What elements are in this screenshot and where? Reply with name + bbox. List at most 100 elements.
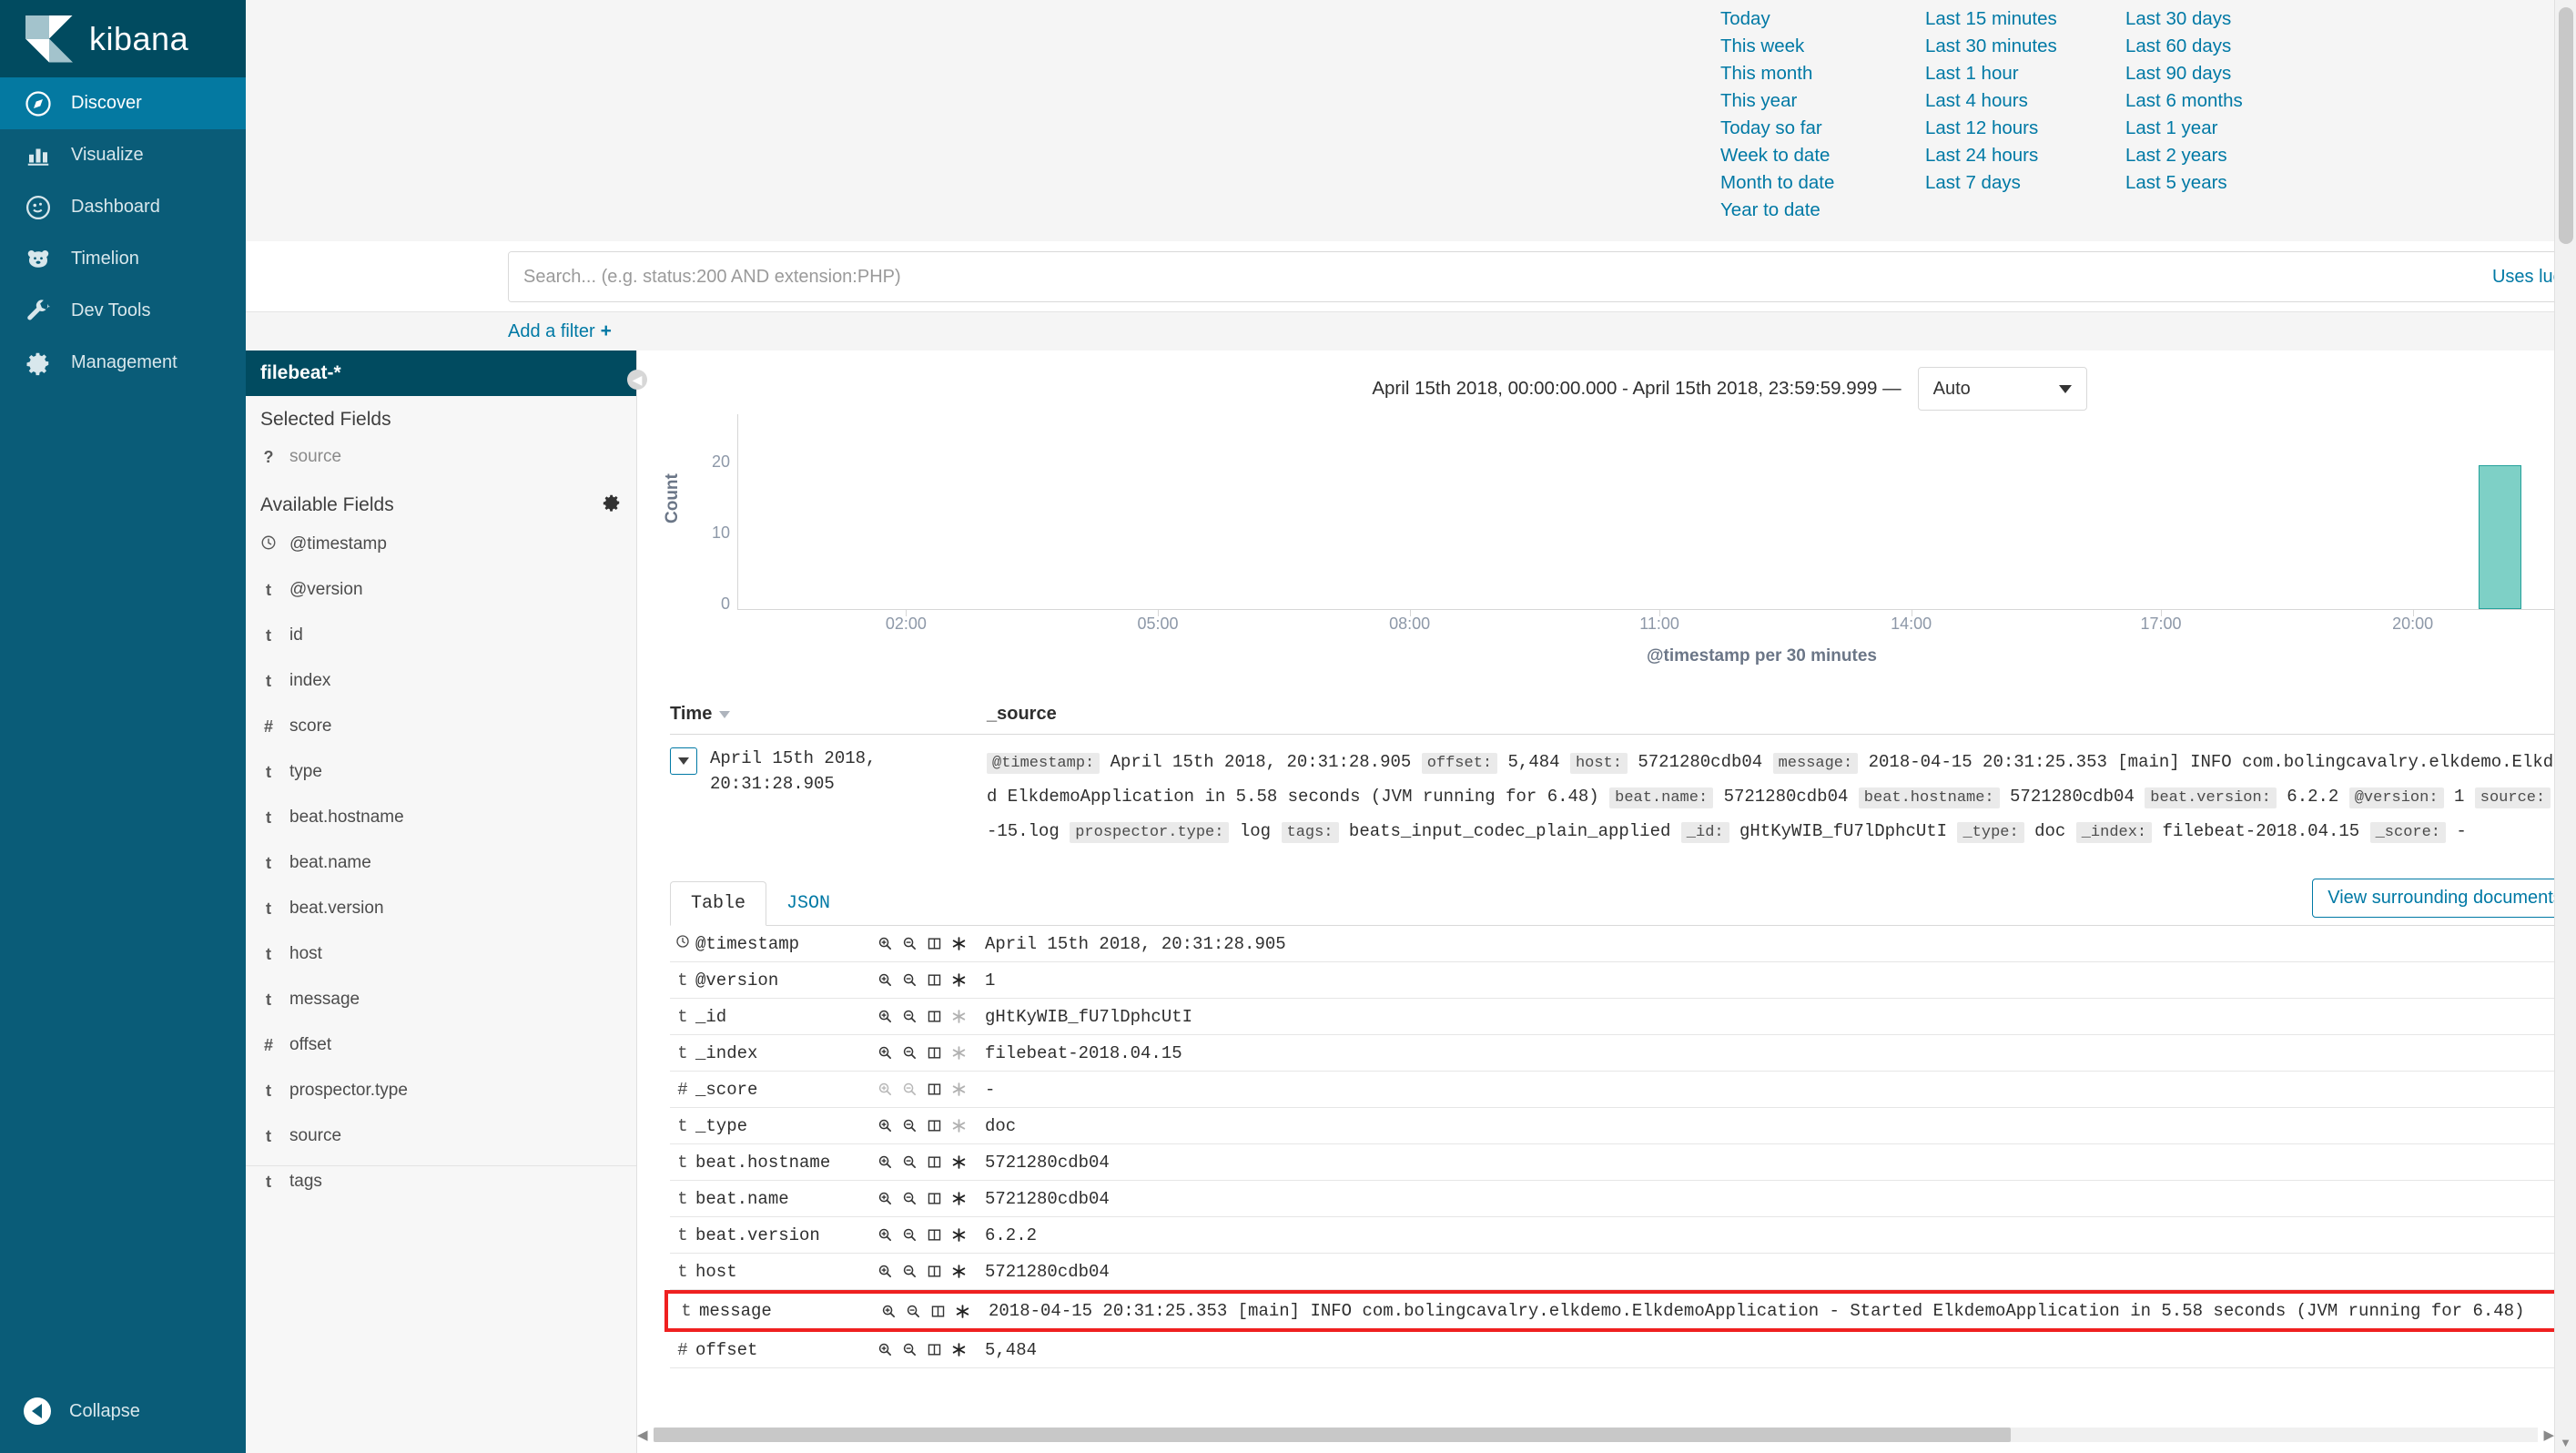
quick-range-last-24-hours[interactable]: Last 24 hours bbox=[1925, 142, 2125, 169]
field-item-host[interactable]: t host bbox=[246, 931, 636, 977]
filter-for-value-icon[interactable] bbox=[877, 1154, 893, 1170]
quick-range-last-2-years[interactable]: Last 2 years bbox=[2125, 142, 2326, 169]
vertical-scrollbar[interactable]: ▲ ▼ bbox=[2554, 0, 2576, 1453]
filter-for-value-icon[interactable] bbox=[877, 936, 893, 951]
filter-for-value-icon[interactable] bbox=[877, 1009, 893, 1024]
quick-range-last-1-year[interactable]: Last 1 year bbox=[2125, 115, 2326, 142]
filter-for-value-icon[interactable] bbox=[877, 972, 893, 988]
horizontal-scroll-thumb[interactable] bbox=[653, 1428, 2011, 1442]
chart-plot-area[interactable]: 02:00 05:00 08:00 11:00 14:00 17:00 20:0… bbox=[737, 414, 2576, 666]
filter-for-value-icon[interactable] bbox=[877, 1191, 893, 1206]
toggle-column-icon[interactable] bbox=[927, 1264, 942, 1279]
filter-for-field-present-icon[interactable] bbox=[951, 936, 967, 951]
sidebar-item-management[interactable]: Management bbox=[0, 337, 246, 389]
quick-range-last-60-days[interactable]: Last 60 days bbox=[2125, 33, 2326, 60]
quick-range-last-6-months[interactable]: Last 6 months bbox=[2125, 87, 2326, 115]
field-item-type[interactable]: t type bbox=[246, 749, 636, 795]
vertical-scroll-thumb[interactable] bbox=[2559, 7, 2573, 244]
chevron-down-icon[interactable]: ▼ bbox=[2560, 1436, 2571, 1449]
filter-out-value-icon[interactable] bbox=[902, 936, 918, 951]
filter-for-field-present-icon[interactable] bbox=[951, 1154, 967, 1170]
kibana-logo[interactable]: kibana bbox=[0, 0, 246, 77]
horizontal-scroll-track[interactable] bbox=[653, 1428, 2539, 1442]
chevron-left-icon[interactable]: ◀ bbox=[627, 370, 647, 390]
toggle-column-icon[interactable] bbox=[927, 1191, 942, 1206]
toggle-column-icon[interactable] bbox=[927, 1009, 942, 1024]
filter-out-value-icon[interactable] bbox=[902, 1154, 918, 1170]
column-header-time[interactable]: Time bbox=[670, 704, 987, 725]
quick-range-today[interactable]: Today bbox=[1720, 5, 1925, 33]
filter-out-value-icon[interactable] bbox=[902, 1227, 918, 1243]
filter-for-field-present-icon[interactable] bbox=[951, 1342, 967, 1357]
toggle-column-icon[interactable] bbox=[927, 1342, 942, 1357]
field-item-prospector-type[interactable]: t prospector.type bbox=[246, 1068, 636, 1113]
filter-out-value-icon[interactable] bbox=[902, 1045, 918, 1061]
histogram-bar[interactable] bbox=[2478, 464, 2521, 609]
gear-icon[interactable] bbox=[602, 493, 622, 518]
filter-for-value-icon[interactable] bbox=[877, 1342, 893, 1357]
filter-out-value-icon[interactable] bbox=[902, 1118, 918, 1133]
sidebar-item-visualize[interactable]: Visualize bbox=[0, 129, 246, 181]
filter-out-value-icon[interactable] bbox=[906, 1304, 921, 1319]
toggle-column-icon[interactable] bbox=[927, 1227, 942, 1243]
quick-range-last-30-days[interactable]: Last 30 days bbox=[2125, 5, 2326, 33]
field-item-beat-version[interactable]: t beat.version bbox=[246, 886, 636, 931]
quick-range-last-30-minutes[interactable]: Last 30 minutes bbox=[1925, 33, 2125, 60]
filter-out-value-icon[interactable] bbox=[902, 1264, 918, 1279]
quick-range-last-90-days[interactable]: Last 90 days bbox=[2125, 60, 2326, 87]
filter-for-field-present-icon[interactable] bbox=[951, 1191, 967, 1206]
field-item-message[interactable]: t message bbox=[246, 977, 636, 1022]
quick-range-last-5-years[interactable]: Last 5 years bbox=[2125, 169, 2326, 197]
field-item-beat-name[interactable]: t beat.name bbox=[246, 840, 636, 886]
selected-field-source[interactable]: ? source bbox=[246, 434, 636, 480]
field-item-id[interactable]: t id bbox=[246, 613, 636, 658]
field-item-offset[interactable]: # offset bbox=[246, 1022, 636, 1068]
quick-range-last-15-minutes[interactable]: Last 15 minutes bbox=[1925, 5, 2125, 33]
tab-json[interactable]: JSON bbox=[766, 882, 850, 925]
quick-range-month-to-date[interactable]: Month to date bbox=[1720, 169, 1925, 197]
field-item-timestamp[interactable]: @timestamp bbox=[246, 522, 636, 567]
view-surrounding-documents-button[interactable]: View surrounding documents bbox=[2312, 879, 2576, 918]
search-input[interactable] bbox=[509, 252, 2480, 301]
expand-row-button[interactable] bbox=[670, 747, 697, 775]
field-item-beat-hostname[interactable]: t beat.hostname bbox=[246, 795, 636, 840]
sidebar-item-dashboard[interactable]: Dashboard bbox=[0, 181, 246, 233]
add-filter-button[interactable]: Add a filter + bbox=[508, 320, 612, 342]
quick-range-this-year[interactable]: This year bbox=[1720, 87, 1925, 115]
chevron-left-icon[interactable]: ◀ bbox=[637, 1427, 648, 1443]
field-item-index[interactable]: t index bbox=[246, 658, 636, 704]
toggle-column-icon[interactable] bbox=[927, 972, 942, 988]
quick-range-last-12-hours[interactable]: Last 12 hours bbox=[1925, 115, 2125, 142]
quick-range-this-week[interactable]: This week bbox=[1720, 33, 1925, 60]
toggle-column-icon[interactable] bbox=[927, 1118, 942, 1133]
quick-range-week-to-date[interactable]: Week to date bbox=[1720, 142, 1925, 169]
toggle-column-icon[interactable] bbox=[927, 936, 942, 951]
quick-range-today-so-far[interactable]: Today so far bbox=[1720, 115, 1925, 142]
index-pattern-selector[interactable]: filebeat-* bbox=[246, 351, 636, 396]
toggle-column-icon[interactable] bbox=[930, 1304, 946, 1319]
filter-for-field-present-icon[interactable] bbox=[951, 1227, 967, 1243]
filter-out-value-icon[interactable] bbox=[902, 1342, 918, 1357]
quick-range-this-month[interactable]: This month bbox=[1720, 60, 1925, 87]
quick-range-last-7-days[interactable]: Last 7 days bbox=[1925, 169, 2125, 197]
filter-for-value-icon[interactable] bbox=[877, 1118, 893, 1133]
filter-for-value-icon[interactable] bbox=[877, 1264, 893, 1279]
quick-range-last-1-hour[interactable]: Last 1 hour bbox=[1925, 60, 2125, 87]
filter-for-value-icon[interactable] bbox=[881, 1304, 897, 1319]
filter-for-field-present-icon[interactable] bbox=[951, 1264, 967, 1279]
quick-range-year-to-date[interactable]: Year to date bbox=[1720, 197, 1925, 224]
tab-table[interactable]: Table bbox=[670, 881, 767, 926]
filter-for-value-icon[interactable] bbox=[877, 1045, 893, 1061]
sidebar-item-timelion[interactable]: Timelion bbox=[0, 233, 246, 285]
chevron-right-icon[interactable]: ▶ bbox=[2543, 1427, 2554, 1443]
field-item-source[interactable]: t source bbox=[246, 1113, 636, 1159]
horizontal-scrollbar[interactable]: ◀ ▶ bbox=[637, 1426, 2554, 1444]
filter-for-field-present-icon[interactable] bbox=[955, 1304, 970, 1319]
quick-range-last-4-hours[interactable]: Last 4 hours bbox=[1925, 87, 2125, 115]
toggle-column-icon[interactable] bbox=[927, 1154, 942, 1170]
column-header-source[interactable]: _source bbox=[987, 704, 1057, 725]
sidebar-item-discover[interactable]: Discover bbox=[0, 77, 246, 129]
interval-select[interactable]: Auto bbox=[1917, 367, 2087, 411]
filter-out-value-icon[interactable] bbox=[902, 1191, 918, 1206]
toggle-column-icon[interactable] bbox=[927, 1045, 942, 1061]
